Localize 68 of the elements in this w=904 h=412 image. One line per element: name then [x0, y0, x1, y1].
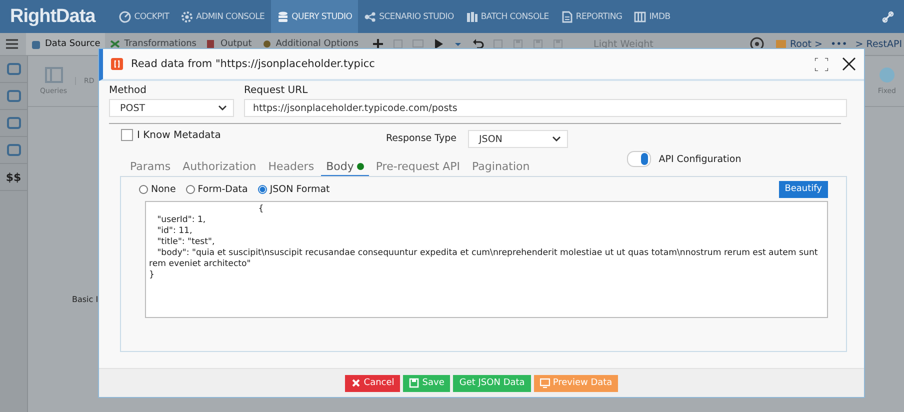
tab[interactable]: Params — [125, 160, 176, 176]
logo: RightData — [9, 6, 97, 28]
toggle-switch[interactable] — [626, 151, 651, 167]
radio-label: None — [151, 184, 176, 194]
nav-item[interactable]: SCENARIO STUDIO — [358, 0, 460, 33]
nodes-icon — [364, 10, 376, 22]
close-icon — [350, 378, 361, 388]
dialog-title: Read data from "https://jsonplaceholder.typicc — [131, 58, 375, 70]
method-select[interactable]: POST — [109, 99, 234, 117]
beautify-button[interactable]: Beautify — [778, 180, 828, 198]
breadcrumb-item[interactable]: Root > — [776, 38, 822, 50]
sidebar-item[interactable]: $$ — [6, 170, 22, 184]
toggle-label: API Configuration — [658, 154, 742, 164]
tab[interactable]: Pagination — [467, 160, 535, 176]
nav-item[interactable]: REPORTING — [554, 0, 628, 33]
toolbar-tab[interactable]: Additional Options — [256, 33, 364, 55]
save-icon — [409, 378, 420, 388]
radio-label: Form-Data — [198, 184, 248, 194]
breadcrumb-item[interactable]: > RestAPI — [855, 38, 902, 50]
toolbar-tab[interactable]: Transformations — [105, 33, 202, 55]
toolbar-tab[interactable]: Data Source — [26, 33, 106, 55]
save-icon[interactable] — [512, 38, 524, 50]
tab[interactable]: Body — [321, 160, 369, 176]
columns-icon — [634, 10, 646, 22]
maximize-icon[interactable] — [815, 58, 828, 70]
radio-button[interactable] — [139, 184, 148, 194]
edit-icon[interactable] — [492, 38, 504, 50]
tab[interactable]: Authorization — [178, 160, 262, 176]
link-icon[interactable] — [882, 10, 894, 22]
field-label: Method — [109, 85, 148, 96]
tab[interactable]: Pre-request API — [370, 160, 466, 176]
document-icon — [560, 10, 573, 22]
menu-icon[interactable] — [6, 39, 18, 49]
checkbox-label: I Know Metadata — [137, 130, 221, 140]
toolbar-tab[interactable]: Output — [201, 33, 257, 55]
json-editor[interactable]: { "userId": 1, "id": 11, "title": "test", "body": "quia et suscipit\nsuscipit recusandae consequuntur expedita et cum\nreprehenderit molestiae ut ut quas totam\nnostrum rerum est autem sunt rem eveniet architecto" } — [145, 201, 828, 318]
nav-item[interactable]: QUERY STUDIO — [270, 0, 358, 33]
response-type-select[interactable]: JSON — [468, 130, 568, 148]
save-icon[interactable] — [552, 38, 564, 50]
chevron-icon — [552, 136, 561, 142]
nav-item[interactable]: BATCH CONSOLE — [460, 0, 555, 33]
plus-icon[interactable] — [372, 38, 384, 50]
save-button[interactable]: Save — [403, 374, 450, 392]
edit-icon[interactable] — [392, 38, 404, 50]
radio-button[interactable] — [258, 184, 267, 194]
monitor-icon — [540, 378, 550, 388]
nav-item[interactable]: IMDB — [628, 0, 676, 33]
close-icon[interactable] — [842, 57, 856, 71]
batch-icon — [466, 10, 478, 22]
chevron-icon — [218, 105, 227, 111]
cancel-button[interactable]: Cancel — [344, 374, 400, 392]
radio-label: JSON Format — [270, 184, 330, 194]
radio-button[interactable] — [186, 184, 195, 194]
get-button[interactable]: Get JSON Data — [453, 374, 531, 392]
undo-icon[interactable] — [472, 38, 484, 50]
breadcrumb-item[interactable]: ••• — [830, 38, 848, 50]
braces-icon — [111, 58, 123, 70]
field-label: Request URL — [244, 85, 309, 96]
node-label: Basic I — [72, 295, 100, 304]
tab[interactable]: Headers — [263, 160, 320, 176]
gauge-icon — [119, 10, 132, 22]
nav-item[interactable]: COCKPIT — [113, 0, 176, 33]
save-icon[interactable] — [532, 38, 544, 50]
field-label: Response Type — [386, 132, 458, 144]
url-field[interactable]: https://jsonplaceholder.typicode.com/posts — [244, 99, 847, 117]
preview-button[interactable]: Preview Data — [534, 374, 618, 392]
nav-item[interactable]: ADMIN CONSOLE — [175, 0, 271, 33]
checkbox[interactable] — [121, 129, 133, 141]
